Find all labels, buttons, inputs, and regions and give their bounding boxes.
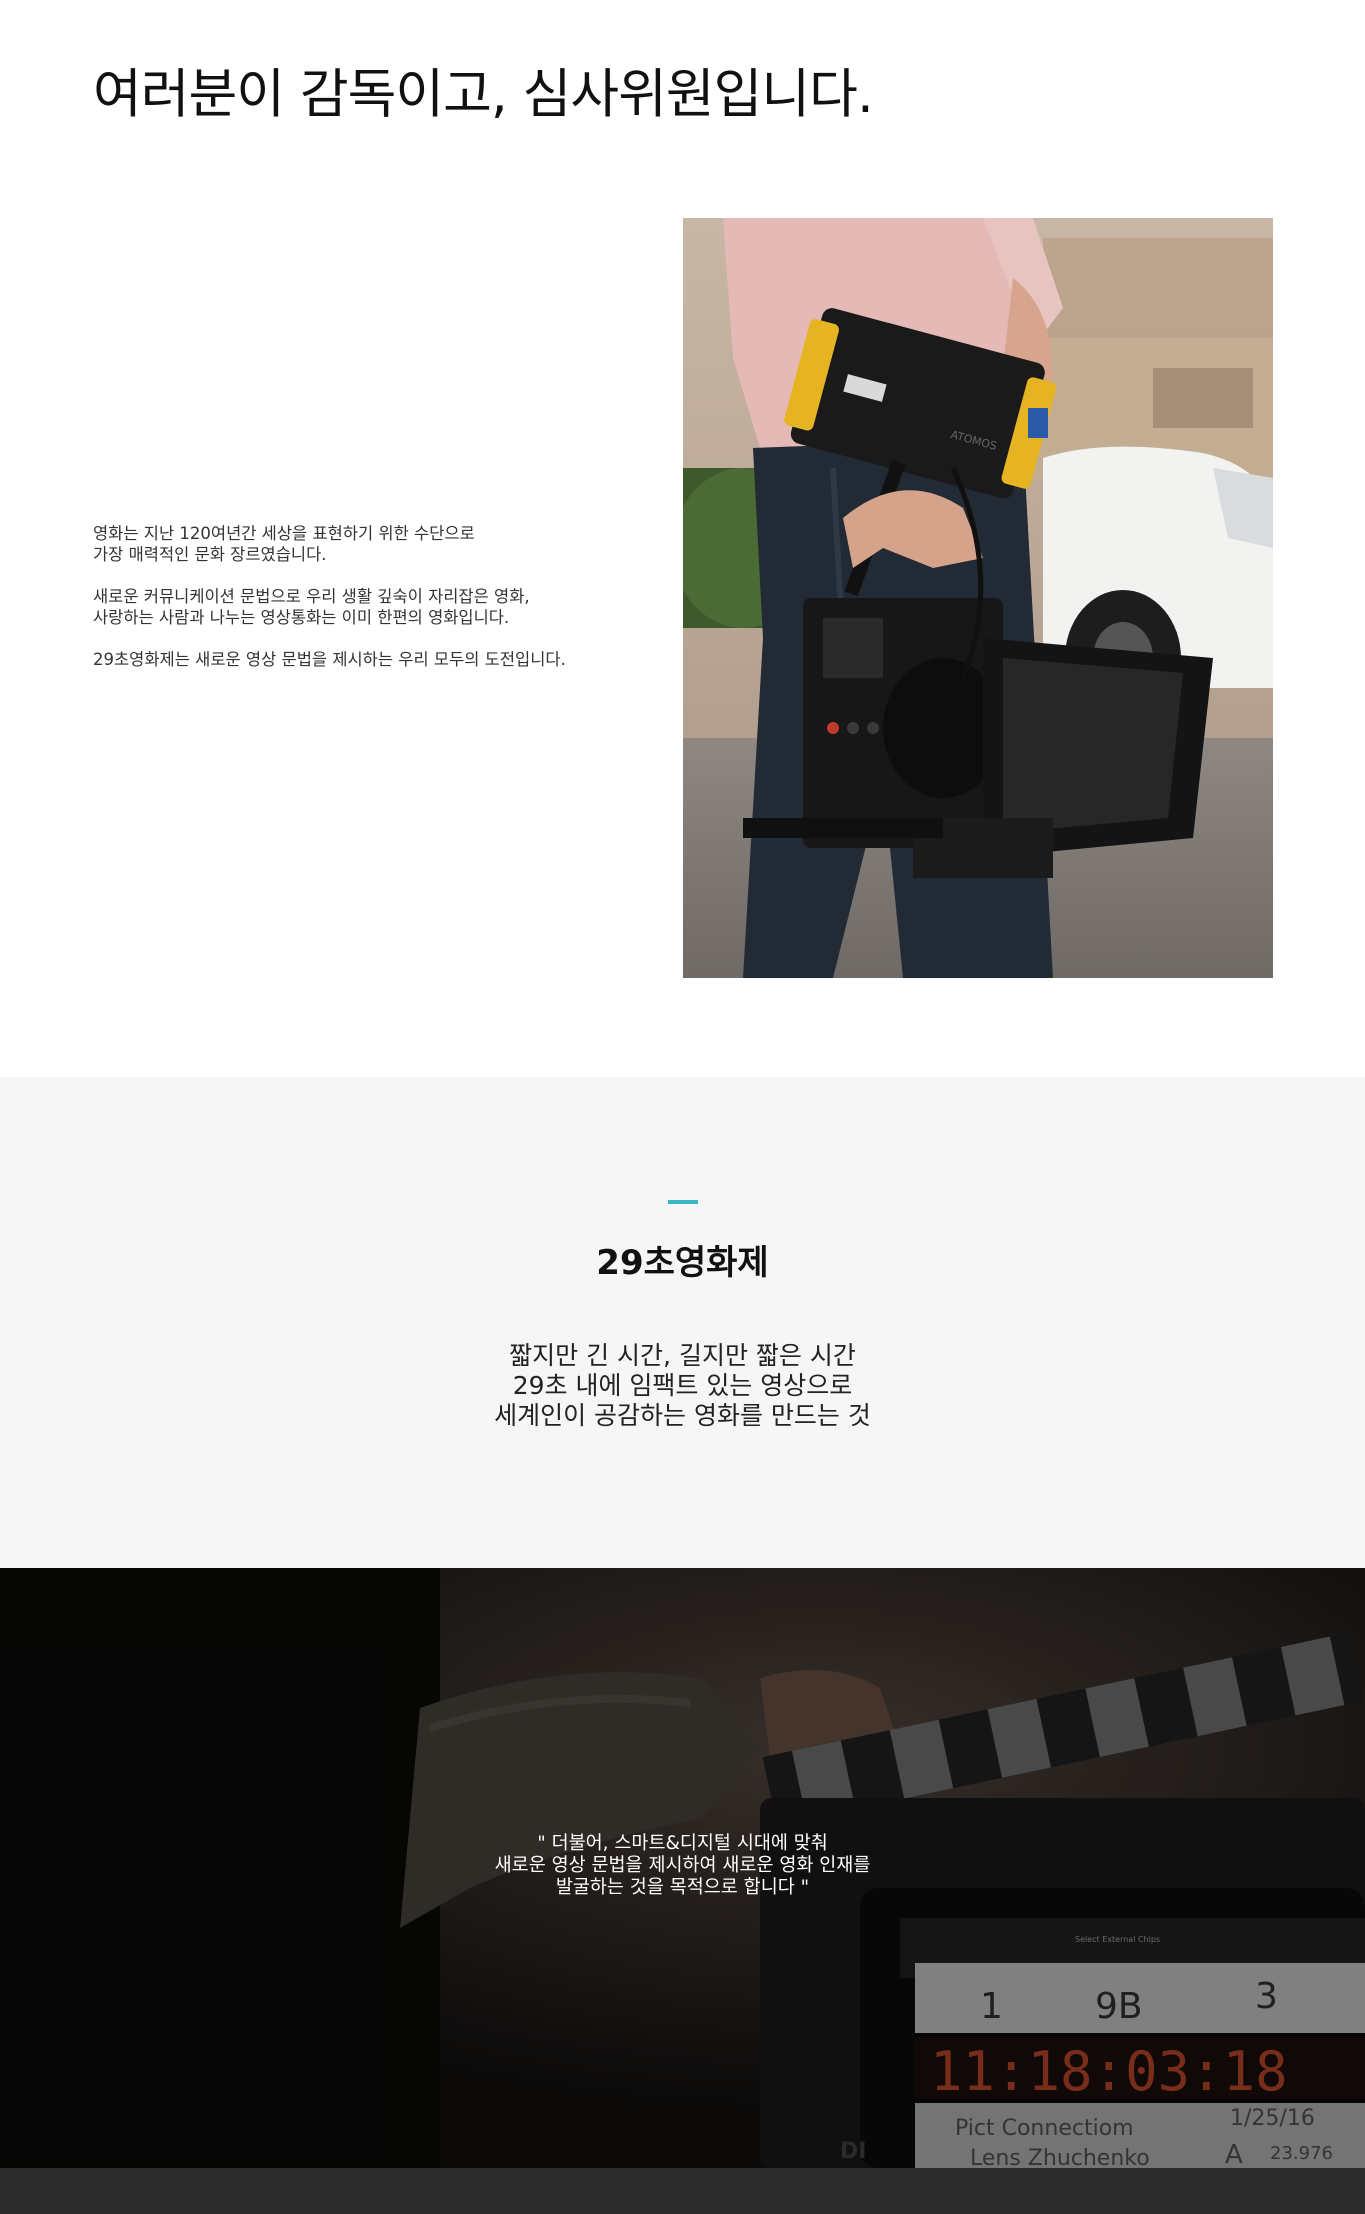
section-title: 29초영화제 xyxy=(596,1243,769,1283)
intro-paragraph-2: 새로운 커뮤니케이션 문법으로 우리 생활 깊숙이 자리잡은 영화, 사랑하는 … xyxy=(93,587,530,627)
about-section: 29초영화제 짧지만 긴 시간, 길지만 짧은 시간 29초 내에 임팩트 있는… xyxy=(0,1077,1365,1568)
camera-operator-photo: ATOMOS xyxy=(683,218,1273,978)
about-line-1: 짧지만 긴 시간, 길지만 짧은 시간 xyxy=(509,1341,856,1370)
quote-section: Select External Chips 1 9B 3 11:18:03:18… xyxy=(0,1568,1365,2168)
page-heading: 여러분이 감독이고, 심사위원입니다. xyxy=(93,64,874,125)
intro-paragraph-1: 영화는 지난 120여년간 세상을 표현하기 위한 수단으로 가장 매력적인 문… xyxy=(93,524,475,564)
mission-quote: " 더불어, 스마트&디지털 시대에 맞춰 새로운 영상 문법을 제시하여 새로… xyxy=(0,1833,1365,1899)
quote-line-3: 발굴하는 것을 목적으로 합니다 " xyxy=(555,1877,810,1898)
about-line-2: 29초 내에 임팩트 있는 영상으로 xyxy=(512,1371,853,1400)
about-line-3: 세계인이 공감하는 영화를 만드는 것 xyxy=(494,1401,871,1430)
quote-line-1: " 더불어, 스마트&디지털 시대에 맞춰 xyxy=(537,1833,828,1854)
intro-text: 영화는 지난 120여년간 세상을 표현하기 위한 수단으로 가장 매력적인 문… xyxy=(93,523,653,691)
accent-divider xyxy=(668,1200,698,1204)
footer-strip xyxy=(0,2168,1365,2214)
intro-paragraph-3: 29초영화제는 새로운 영상 문법을 제시하는 우리 모두의 도전입니다. xyxy=(93,650,566,669)
intro-section: 여러분이 감독이고, 심사위원입니다. 영화는 지난 120여년간 세상을 표현… xyxy=(0,0,1365,1077)
about-description: 짧지만 긴 시간, 길지만 짧은 시간 29초 내에 임팩트 있는 영상으로 세… xyxy=(0,1341,1365,1431)
quote-line-2: 새로운 영상 문법을 제시하여 새로운 영화 인재를 xyxy=(494,1855,871,1876)
